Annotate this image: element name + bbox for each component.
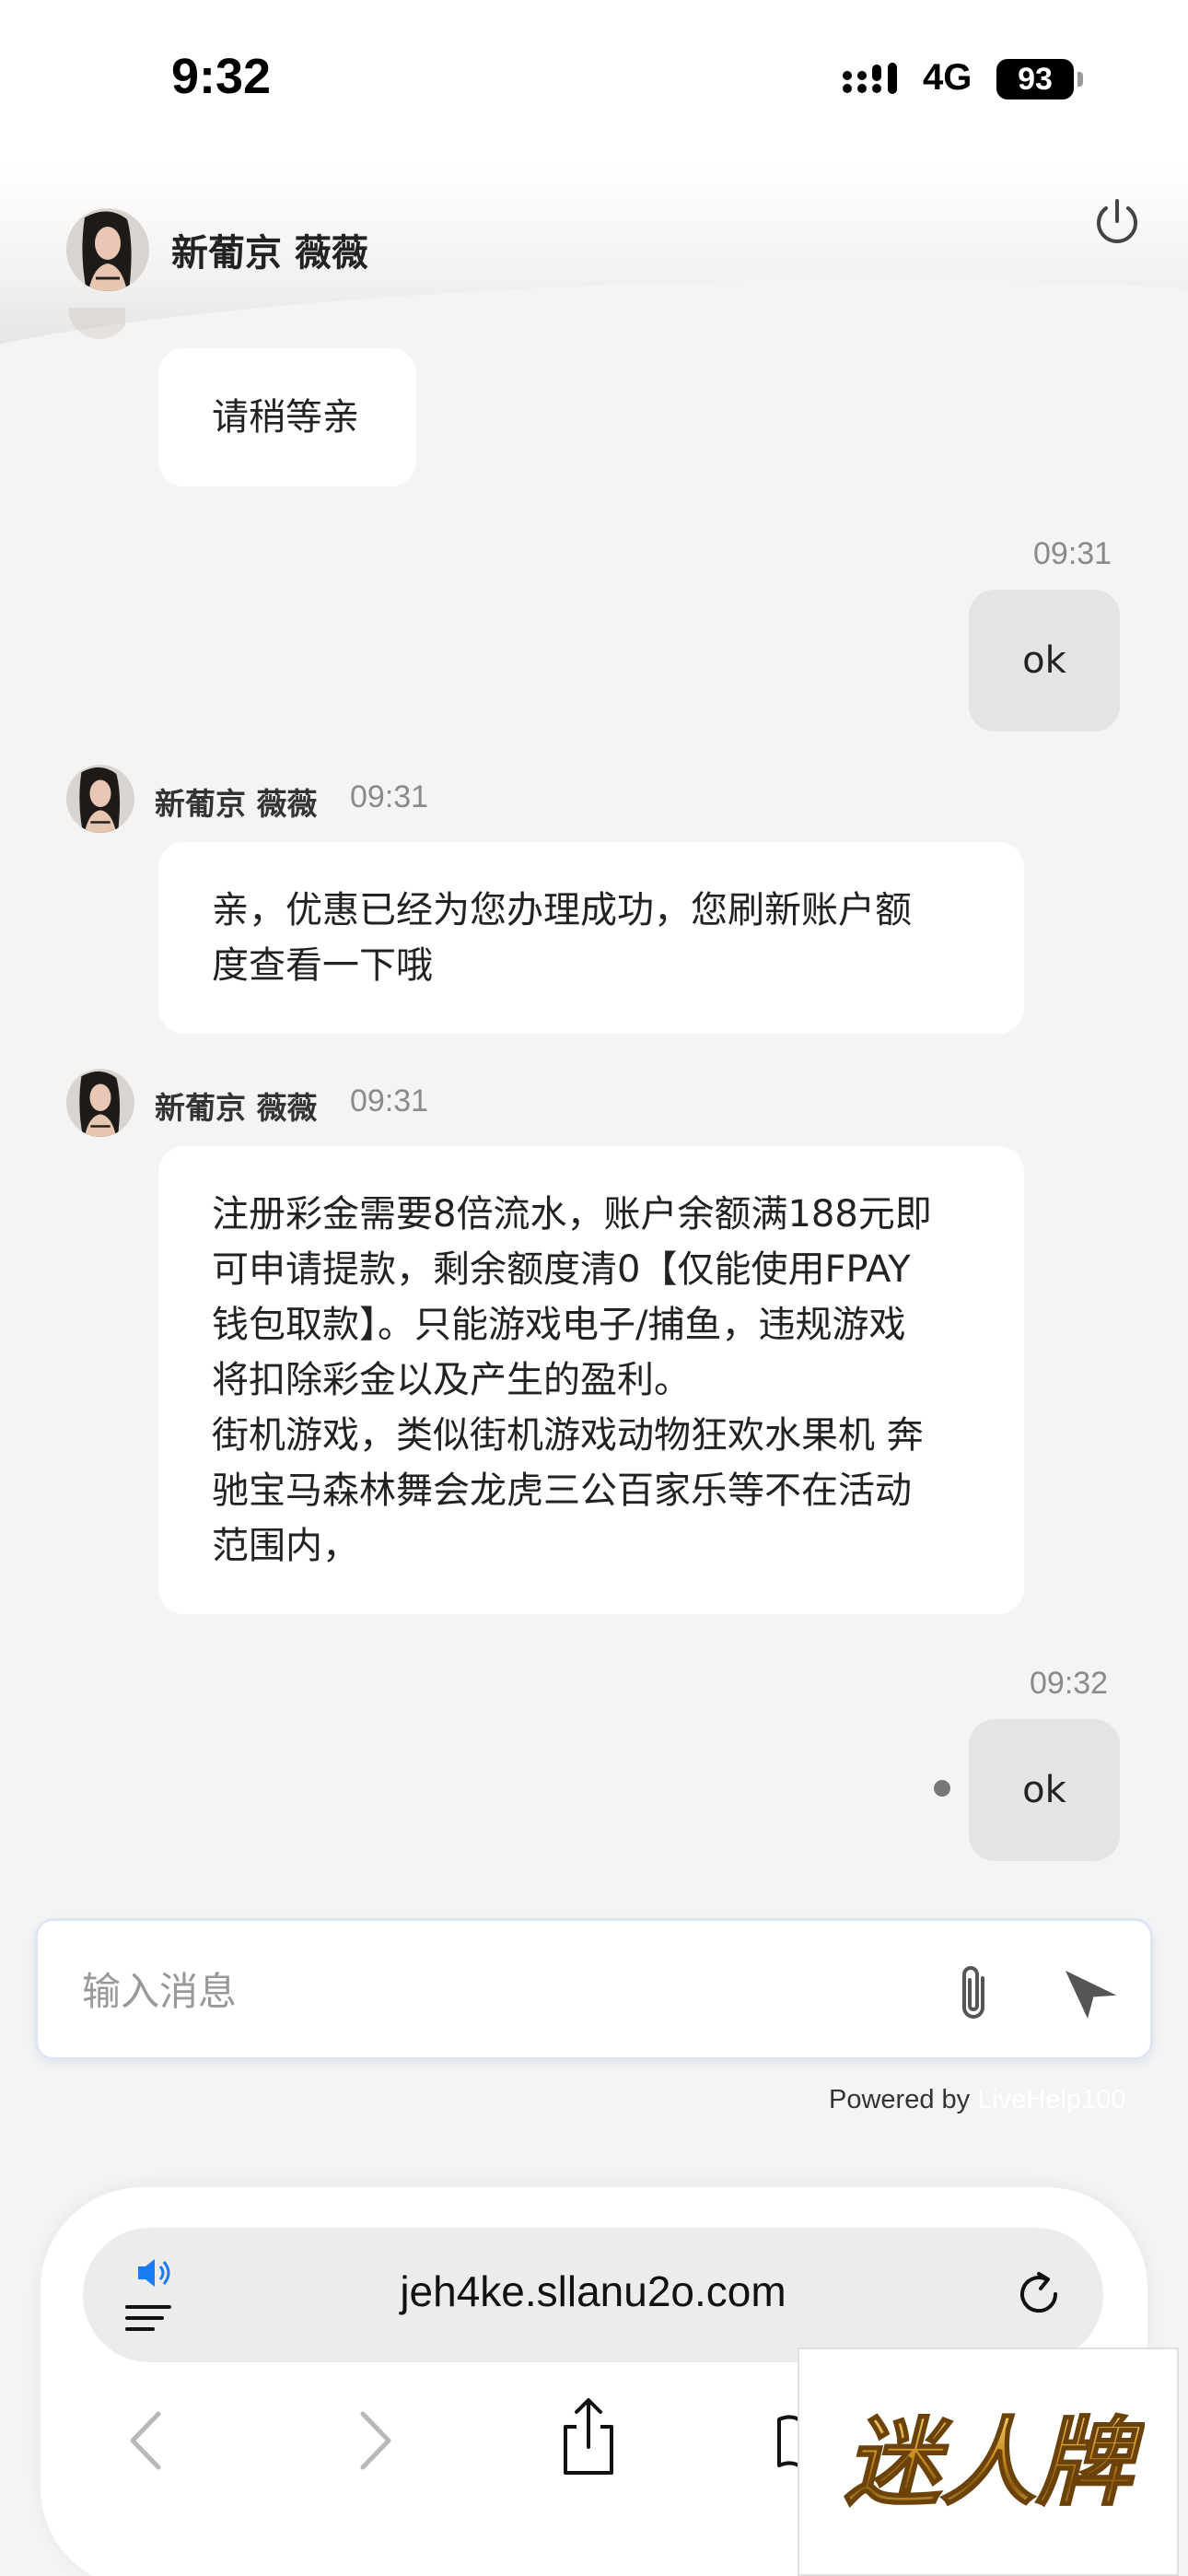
message-line: 街机游戏，类似街机游戏动物狂欢水果机 奔	[212, 1414, 924, 1457]
share-icon[interactable]	[556, 2395, 621, 2478]
message-bubble-outgoing: ok	[969, 1719, 1120, 1861]
sending-status-dot	[934, 1780, 950, 1797]
watermark-text: 迷人牌	[844, 2406, 1145, 2519]
status-time: 9:32	[171, 49, 272, 104]
message-sender: 新葡京 薇薇	[155, 786, 318, 822]
send-icon[interactable]	[1060, 1965, 1124, 2022]
battery-tip	[1077, 72, 1083, 87]
powered-by-brand[interactable]: LiveHelp100	[977, 2085, 1125, 2114]
message-line: 注册彩金需要8倍流水，账户余额满188元即	[212, 1193, 932, 1235]
message-text: ok	[1022, 1769, 1066, 1811]
battery-indicator: 93	[996, 59, 1074, 100]
message-line: 钱包取款】。只能游戏电子/捕鱼，违规游戏	[212, 1304, 906, 1346]
avatar-icon	[68, 308, 131, 339]
forward-icon[interactable]	[355, 2408, 396, 2473]
message-time: 09:31	[1033, 536, 1112, 571]
back-icon[interactable]	[125, 2408, 166, 2473]
message-text: ok	[1022, 639, 1066, 682]
signal-icon	[843, 63, 897, 94]
message-line: 范围内，	[212, 1525, 359, 1567]
powered-by: Powered by LiveHelp100	[829, 2085, 1125, 2115]
status-bar: 9:32 4G 93	[0, 0, 1188, 164]
message-time: 09:31	[350, 779, 429, 814]
message-line: 可申请提款，剩余额度清0【仅能使用FPAY	[212, 1248, 911, 1291]
watermark-graphic: 迷人牌	[844, 2406, 1145, 2520]
avatar-icon[interactable]	[66, 765, 134, 833]
network-type: 4G	[923, 57, 973, 98]
message-sender: 新葡京 薇薇	[155, 1090, 318, 1126]
reload-icon[interactable]	[1013, 2268, 1065, 2320]
message-bubble-incoming: 请稍等亲	[158, 348, 416, 486]
address-bar[interactable]: jeh4ke.sllanu2o.com	[83, 2228, 1103, 2362]
message-text: 请稍等亲	[212, 396, 359, 439]
url-text[interactable]: jeh4ke.sllanu2o.com	[83, 2266, 1103, 2316]
message-line: 度查看一下哦	[212, 944, 433, 987]
message-time: 09:32	[1030, 1666, 1109, 1701]
message-time: 09:31	[350, 1083, 429, 1118]
message-bubble-incoming: 亲，优惠已经为您办理成功，您刷新账户额 度查看一下哦	[158, 842, 1024, 1034]
message-line: 驰宝马森林舞会龙虎三公百家乐等不在活动	[212, 1469, 912, 1512]
power-icon[interactable]	[1090, 195, 1144, 249]
message-bubble-outgoing: ok	[969, 590, 1120, 732]
message-line: 亲，优惠已经为您办理成功，您刷新账户额	[212, 889, 912, 931]
paperclip-icon[interactable]	[946, 1961, 1005, 2026]
avatar-icon[interactable]	[66, 208, 149, 291]
message-line: 将扣除彩金以及产生的盈利。	[212, 1359, 691, 1401]
avatar-icon[interactable]	[66, 1069, 134, 1137]
message-bubble-incoming: 注册彩金需要8倍流水，账户余额满188元即 可申请提款，剩余额度清0【仅能使用F…	[158, 1146, 1024, 1614]
watermark-logo: 迷人牌	[798, 2348, 1179, 2576]
message-composer	[35, 1918, 1153, 2060]
powered-by-label: Powered by	[829, 2085, 971, 2114]
scrolled-sender-row	[66, 308, 527, 345]
chat-title: 新葡京 薇薇	[171, 232, 368, 275]
message-input[interactable]	[82, 1956, 911, 2026]
